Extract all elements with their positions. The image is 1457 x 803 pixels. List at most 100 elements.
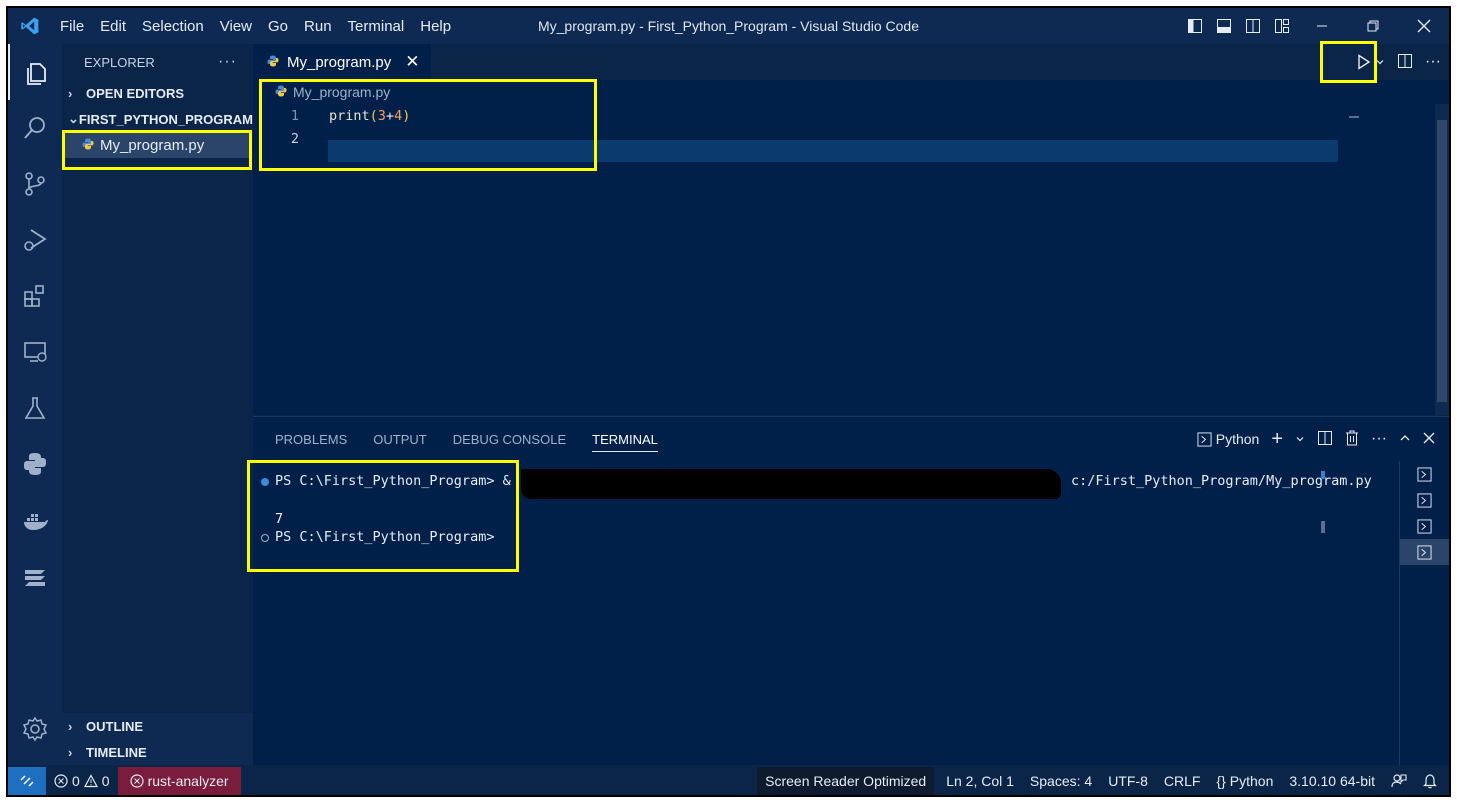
language-mode[interactable]: {} Python bbox=[1208, 767, 1281, 795]
terminal-output[interactable]: PS C:\First_Python_Program> & c:/First_P… bbox=[253, 461, 1387, 765]
customize-layout-icon[interactable] bbox=[1267, 8, 1296, 44]
vscode-window: File Edit Selection View Go Run Terminal… bbox=[6, 6, 1451, 797]
menu-help[interactable]: Help bbox=[412, 18, 459, 35]
cursor-position[interactable]: Ln 2, Col 1 bbox=[934, 767, 1022, 795]
search-icon[interactable] bbox=[8, 100, 62, 156]
terminal-scroll-marker bbox=[1321, 471, 1325, 479]
run-debug-icon[interactable] bbox=[8, 212, 62, 268]
menu-terminal[interactable]: Terminal bbox=[340, 18, 413, 35]
terminal-instance[interactable] bbox=[1400, 461, 1449, 487]
braces-icon: {} bbox=[1216, 773, 1226, 789]
folder-label: FIRST_PYTHON_PROGRAM bbox=[78, 111, 253, 127]
toggle-secondary-sidebar-icon[interactable] bbox=[1238, 8, 1267, 44]
tab-debug-console[interactable]: DEBUG CONSOLE bbox=[453, 432, 566, 447]
remote-indicator-icon[interactable] bbox=[8, 767, 46, 795]
chevron-down-icon[interactable] bbox=[1295, 431, 1305, 447]
explorer-sidebar: EXPLORER ··· › OPEN EDITORS ⌄ FIRST_PYTH… bbox=[62, 44, 253, 765]
settings-gear-icon[interactable] bbox=[8, 701, 62, 757]
python-icon[interactable] bbox=[8, 436, 62, 492]
source-control-icon[interactable] bbox=[8, 156, 62, 212]
scrollbar-thumb[interactable] bbox=[1437, 120, 1447, 402]
feedback-icon[interactable] bbox=[1383, 767, 1415, 795]
more-actions-icon[interactable]: ··· bbox=[218, 53, 237, 71]
testing-icon[interactable] bbox=[8, 380, 62, 436]
tab-output[interactable]: OUTPUT bbox=[373, 432, 426, 447]
trash-icon[interactable] bbox=[1345, 430, 1359, 449]
terminal-instance[interactable] bbox=[1400, 539, 1449, 565]
warning-count: 0 bbox=[101, 773, 110, 789]
code-function: print bbox=[329, 107, 370, 124]
screen-reader-status[interactable]: Screen Reader Optimized bbox=[757, 767, 935, 795]
editor-scrollbar[interactable] bbox=[1435, 104, 1449, 415]
tab-my-program[interactable]: My_program.py ✕ bbox=[253, 44, 432, 80]
terminal-prompt: PS C:\First_Python_Program> bbox=[275, 529, 495, 545]
terminal-scroll-marker bbox=[1321, 521, 1325, 533]
tab-terminal[interactable]: TERMINAL bbox=[592, 432, 658, 452]
indentation[interactable]: Spaces: 4 bbox=[1022, 767, 1100, 795]
editor-actions: ··· bbox=[1357, 44, 1441, 80]
chevron-right-icon: › bbox=[68, 85, 73, 101]
more-actions-icon[interactable]: ··· bbox=[1425, 53, 1441, 71]
chevron-down-icon bbox=[1376, 60, 1384, 65]
remote-explorer-icon[interactable] bbox=[8, 324, 62, 380]
encoding[interactable]: UTF-8 bbox=[1100, 767, 1156, 795]
menu-selection[interactable]: Selection bbox=[134, 18, 212, 35]
end-of-line[interactable]: CRLF bbox=[1156, 767, 1209, 795]
warning-icon bbox=[83, 774, 98, 788]
split-editor-icon[interactable] bbox=[1397, 53, 1413, 72]
close-panel-icon[interactable] bbox=[1423, 431, 1435, 447]
menu-file[interactable]: File bbox=[52, 18, 92, 35]
minimize-icon[interactable] bbox=[1296, 8, 1347, 44]
menu-view[interactable]: View bbox=[212, 18, 260, 35]
problems-indicator[interactable]: 0 0 bbox=[46, 767, 118, 795]
split-terminal-icon[interactable] bbox=[1317, 430, 1333, 449]
file-item-my-program[interactable]: My_program.py bbox=[64, 132, 251, 158]
more-actions-icon[interactable]: ··· bbox=[1371, 430, 1387, 448]
maximize-panel-icon[interactable] bbox=[1399, 431, 1411, 447]
outline-section[interactable]: › OUTLINE bbox=[62, 713, 253, 739]
notifications-bell-icon[interactable] bbox=[1415, 767, 1449, 795]
run-python-file-button[interactable] bbox=[1357, 54, 1385, 70]
extensions-icon[interactable] bbox=[8, 268, 62, 324]
terminal-icon bbox=[1417, 466, 1432, 482]
code-editor[interactable]: 1 print(3+4) 2 bbox=[253, 104, 1449, 150]
explorer-icon[interactable] bbox=[8, 44, 62, 100]
title-bar: File Edit Selection View Go Run Terminal… bbox=[8, 8, 1449, 44]
restore-icon[interactable] bbox=[1347, 8, 1398, 44]
terminal-icon bbox=[1417, 518, 1432, 534]
toggle-sidebar-icon[interactable] bbox=[1180, 8, 1209, 44]
toggle-panel-icon[interactable] bbox=[1209, 8, 1238, 44]
timeline-label: TIMELINE bbox=[86, 744, 147, 760]
command-success-dot bbox=[261, 478, 269, 486]
terminal-instance[interactable] bbox=[1400, 487, 1449, 513]
activity-bar bbox=[8, 44, 62, 765]
status-bar: 0 0 rust-analyzer Screen Reader Optimize… bbox=[8, 767, 1449, 795]
code-paren: ( bbox=[369, 107, 378, 124]
error-icon bbox=[129, 774, 144, 788]
menu-run[interactable]: Run bbox=[296, 18, 340, 35]
menu-go[interactable]: Go bbox=[260, 18, 296, 35]
editor-tabs: My_program.py ✕ ··· bbox=[253, 44, 1449, 80]
line-number: 1 bbox=[290, 107, 299, 124]
timeline-section[interactable]: › TIMELINE bbox=[62, 739, 253, 765]
language-label: Python bbox=[1229, 773, 1274, 789]
folder-section[interactable]: ⌄ FIRST_PYTHON_PROGRAM bbox=[62, 106, 253, 132]
open-editors-section[interactable]: › OPEN EDITORS bbox=[62, 80, 253, 106]
python-interpreter[interactable]: 3.10.10 64-bit bbox=[1281, 767, 1383, 795]
rust-analyzer-status[interactable]: rust-analyzer bbox=[117, 767, 241, 795]
stack-icon[interactable] bbox=[8, 548, 62, 604]
new-terminal-icon[interactable]: + bbox=[1271, 428, 1283, 451]
terminal-command-path: c:/First_Python_Program/My_program.py bbox=[1071, 473, 1372, 489]
breadcrumb-file[interactable]: My_program.py bbox=[293, 84, 390, 100]
docker-icon[interactable] bbox=[8, 492, 62, 548]
menu-edit[interactable]: Edit bbox=[92, 18, 134, 35]
terminal-instance[interactable] bbox=[1400, 513, 1449, 539]
close-window-icon[interactable] bbox=[1398, 8, 1449, 44]
close-tab-icon[interactable]: ✕ bbox=[405, 52, 419, 72]
bottom-panel: PROBLEMS OUTPUT DEBUG CONSOLE TERMINAL P… bbox=[253, 416, 1449, 765]
terminal-profile[interactable]: Python bbox=[1197, 431, 1259, 447]
rust-analyzer-label: rust-analyzer bbox=[147, 773, 229, 789]
python-file-icon bbox=[82, 137, 94, 154]
window-controls bbox=[1180, 8, 1449, 44]
tab-problems[interactable]: PROBLEMS bbox=[275, 432, 347, 447]
